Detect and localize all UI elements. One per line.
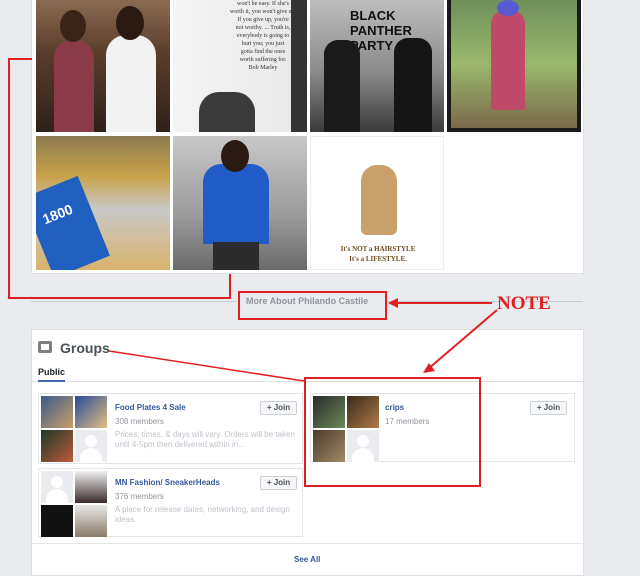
photo-thumbnail[interactable] <box>447 0 581 132</box>
see-all-link[interactable]: See All <box>294 555 320 564</box>
group-members-count: 376 members <box>115 492 164 501</box>
photo-thumbnail[interactable] <box>36 0 170 132</box>
tab-public[interactable]: Public <box>38 367 65 377</box>
group-name-link[interactable]: Food Plates 4 Sale <box>115 403 186 412</box>
annotation-line <box>8 58 32 60</box>
divider <box>32 543 583 544</box>
group-item-food-plates: Food Plates 4 Sale 308 members Prices, t… <box>38 393 303 464</box>
group-thumbnail[interactable] <box>75 471 107 503</box>
default-avatar-icon <box>41 471 73 503</box>
photo-thumbnail[interactable]: It's NOT a HAIRSTYLE It's a LIFESTYLE. <box>310 136 444 270</box>
group-thumbnail[interactable] <box>41 505 73 537</box>
divider <box>387 301 583 302</box>
annotation-line <box>8 58 10 299</box>
group-members-count: 308 members <box>115 417 164 426</box>
photo-thumbnail[interactable]: 1800 <box>36 136 170 270</box>
group-item-mn-fashion: MN Fashion/ SneakerHeads 376 members A p… <box>38 468 303 537</box>
join-label: Join <box>273 403 291 412</box>
default-avatar-icon <box>75 430 107 462</box>
plus-icon: + <box>266 403 272 412</box>
photo-thumbnail[interactable] <box>173 136 307 270</box>
join-group-button[interactable]: + Join <box>260 476 297 490</box>
groups-title[interactable]: Groups <box>60 340 110 356</box>
plus-icon: + <box>266 478 272 487</box>
join-group-button[interactable]: + Join <box>260 401 297 415</box>
hairstyle-caption-1: It's NOT a HAIRSTYLE <box>340 245 416 253</box>
group-name-link[interactable]: MN Fashion/ SneakerHeads <box>115 478 220 487</box>
photo-thumbnail[interactable]: won't be easy. If she's worth it, you wo… <box>173 0 307 132</box>
note-annotation-text: NOTE <box>497 293 551 314</box>
join-group-button[interactable]: + Join <box>530 401 567 415</box>
group-thumbnail[interactable] <box>41 396 73 428</box>
group-description: A place for release dates, networking, a… <box>115 505 290 524</box>
hairstyle-caption-2: It's a LIFESTYLE. <box>349 255 407 263</box>
group-thumbnail[interactable] <box>41 430 73 462</box>
divider <box>31 301 237 302</box>
annotation-line <box>229 274 231 299</box>
annotation-line <box>8 297 230 299</box>
join-label: Join <box>273 478 291 487</box>
join-label: Join <box>543 403 561 412</box>
group-description: Prices, times, & days will vary. Orders … <box>115 430 295 449</box>
groups-icon <box>38 341 52 353</box>
photos-card: won't be easy. If she's worth it, you wo… <box>31 0 584 274</box>
annotation-box <box>238 291 387 320</box>
group-thumbnail[interactable] <box>75 396 107 428</box>
annotation-box <box>304 377 481 487</box>
group-thumbnail[interactable] <box>75 505 107 537</box>
photo-thumbnail[interactable]: BLACK PANTHER PARTY <box>310 0 444 132</box>
tab-underline <box>38 380 65 382</box>
plus-icon: + <box>536 403 542 412</box>
annotation-arrowhead <box>388 298 398 308</box>
